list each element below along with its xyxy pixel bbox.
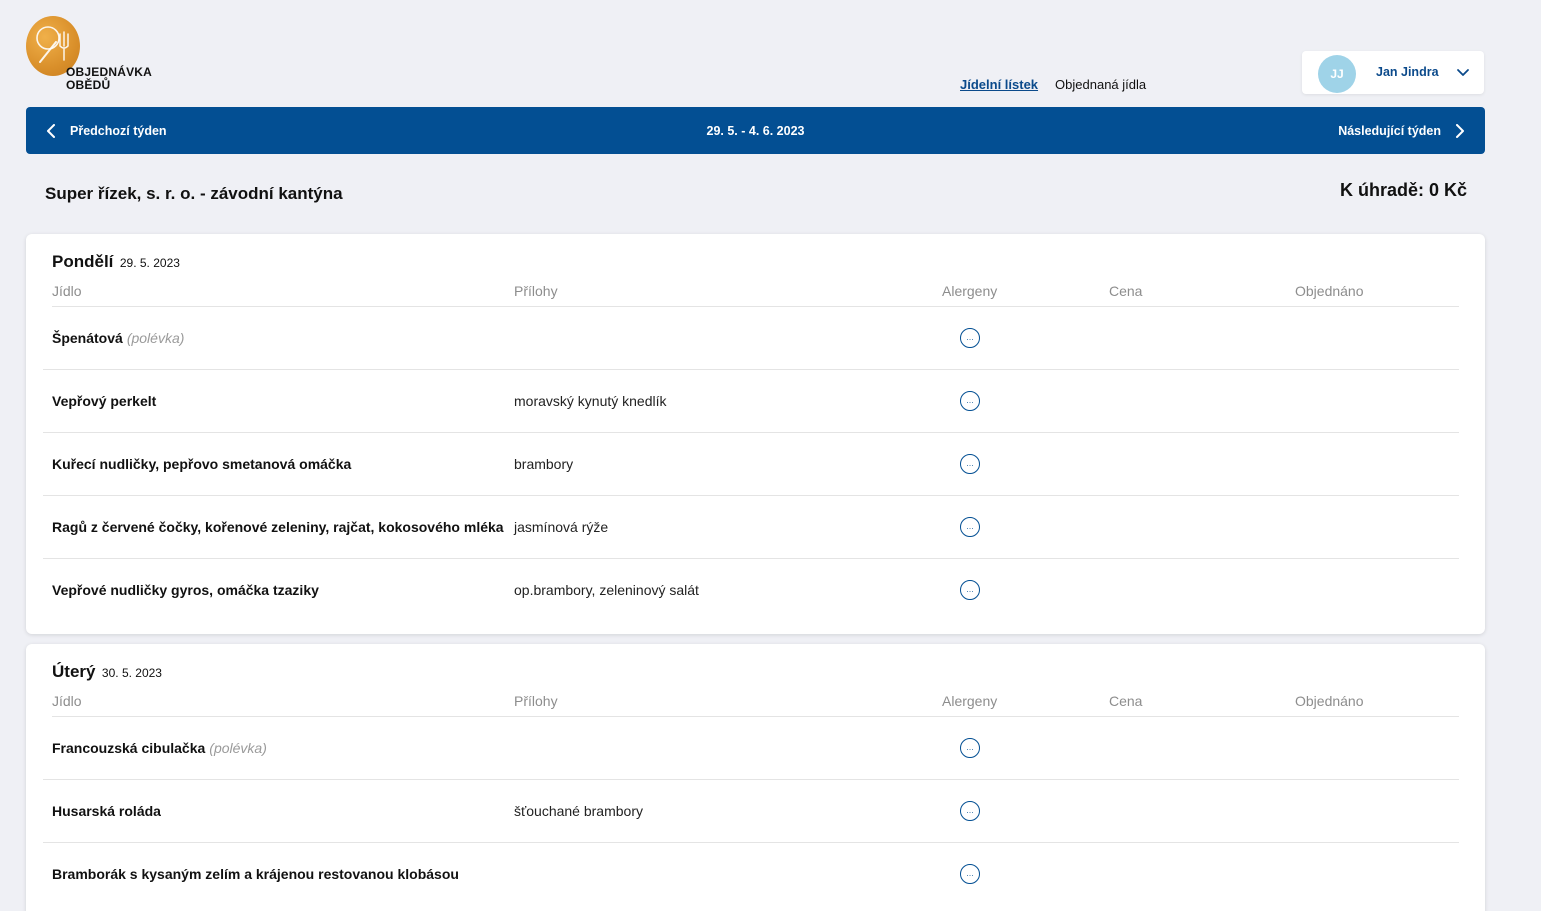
meal-title: Vepřové nudličky gyros, omáčka tzaziky xyxy=(52,582,319,598)
user-menu[interactable]: JJ Jan Jindra xyxy=(1302,51,1484,94)
col-ordered: Objednáno xyxy=(1295,283,1364,299)
day-card-monday: Pondělí 29. 5. 2023 Jídlo Přílohy Alerge… xyxy=(26,234,1485,634)
table-row: Francouzská cibulačka (polévka) … xyxy=(43,717,1459,780)
day-heading: Pondělí 29. 5. 2023 xyxy=(52,252,180,272)
table-row: Husarská roláda šťouchané brambory … xyxy=(43,780,1459,843)
meal-title: Husarská roláda xyxy=(52,803,161,819)
meal-name: Kuřecí nudličky, pepřovo smetanová omáčk… xyxy=(52,433,355,495)
col-sides: Přílohy xyxy=(514,693,558,709)
top-nav: Jídelní lístek Objednaná jídla xyxy=(960,77,1146,92)
meal-name: Francouzská cibulačka (polévka) xyxy=(52,717,267,779)
day-name: Úterý xyxy=(52,662,96,681)
table-header: Jídlo Přílohy Alergeny Cena Objednáno xyxy=(52,277,1459,307)
meal-side: jasmínová rýže xyxy=(514,519,609,535)
meal-title: Francouzská cibulačka xyxy=(52,740,206,756)
app-logo[interactable]: OBJEDNÁVKA OBĚDŮ xyxy=(26,16,166,96)
next-week-label: Následující týden xyxy=(1338,123,1441,138)
prev-week-label: Předchozí týden xyxy=(70,123,167,138)
day-date: 30. 5. 2023 xyxy=(101,666,162,680)
canteen-name: Super řízek, s. r. o. - závodní kantýna xyxy=(45,184,343,203)
allergens-info-icon[interactable]: … xyxy=(960,517,980,537)
week-range: 29. 5. - 4. 6. 2023 xyxy=(706,123,805,138)
table-header: Jídlo Přílohy Alergeny Cena Objednáno xyxy=(52,687,1459,717)
col-ordered: Objednáno xyxy=(1295,693,1364,709)
nav-ordered-link[interactable]: Objednaná jídla xyxy=(1055,77,1146,92)
day-name: Pondělí xyxy=(52,252,114,271)
meal-title: Kuřecí nudličky, pepřovo smetanová omáčk… xyxy=(52,456,352,472)
table-row: Vepřový perkelt moravský kynutý knedlík … xyxy=(43,370,1459,433)
meal-title: Vepřový perkelt xyxy=(52,393,157,409)
col-meal: Jídlo xyxy=(52,283,82,299)
table-row: Špenátová (polévka) … xyxy=(43,307,1459,370)
allergens-info-icon[interactable]: … xyxy=(960,864,980,884)
table-row: Bramborák s kysaným zelím a krájenou res… xyxy=(43,843,1459,906)
table-row: Ragů z červené čočky, kořenové zeleniny,… xyxy=(43,496,1459,559)
meal-side: šťouchané brambory xyxy=(514,803,643,819)
day-card-tuesday: Úterý 30. 5. 2023 Jídlo Přílohy Alergeny… xyxy=(26,644,1485,911)
day-heading: Úterý 30. 5. 2023 xyxy=(52,662,162,682)
table-row: Vepřové nudličky gyros, omáčka tzaziky o… xyxy=(43,559,1459,622)
week-navigator: 29. 5. - 4. 6. 2023 Předchozí týden Násl… xyxy=(26,107,1485,154)
chevron-right-icon xyxy=(1456,123,1464,138)
allergens-info-icon[interactable]: … xyxy=(960,391,980,411)
meal-side: brambory xyxy=(514,456,574,472)
meal-title: Špenátová xyxy=(52,330,123,346)
col-allergens: Alergeny xyxy=(942,283,998,299)
meal-name: Bramborák s kysaným zelím a krájenou res… xyxy=(52,843,463,905)
logo-line-2: OBĚDŮ xyxy=(66,78,111,92)
meal-name: Vepřové nudličky gyros, omáčka tzaziky xyxy=(52,559,323,621)
meal-name: Špenátová (polévka) xyxy=(52,307,184,369)
chevron-left-icon xyxy=(47,123,55,138)
allergens-info-icon[interactable]: … xyxy=(960,580,980,600)
col-sides: Přílohy xyxy=(514,283,558,299)
meal-side: moravský kynutý knedlík xyxy=(514,393,667,409)
allergens-info-icon[interactable]: … xyxy=(960,328,980,348)
allergens-info-icon[interactable]: … xyxy=(960,801,980,821)
user-name: Jan Jindra xyxy=(1376,65,1439,79)
meal-name: Ragů z červené čočky, kořenové zeleniny,… xyxy=(52,496,508,558)
prev-week-button[interactable]: Předchozí týden xyxy=(46,107,167,154)
avatar: JJ xyxy=(1318,55,1356,93)
chevron-down-icon xyxy=(1457,69,1469,76)
meal-name: Husarská roláda xyxy=(52,780,165,842)
amount-to-pay: K úhradě: 0 Kč xyxy=(1339,180,1467,200)
nav-menu-link[interactable]: Jídelní lístek xyxy=(960,77,1038,92)
meal-title: Ragů z červené čočky, kořenové zeleniny,… xyxy=(52,519,504,535)
meal-side: op.brambory, zeleninový salát xyxy=(514,582,699,598)
col-price: Cena xyxy=(1109,693,1143,709)
col-allergens: Alergeny xyxy=(942,693,998,709)
table-row: Kuřecí nudličky, pepřovo smetanová omáčk… xyxy=(43,433,1459,496)
meal-name: Vepřový perkelt xyxy=(52,370,160,432)
day-date: 29. 5. 2023 xyxy=(119,256,180,270)
col-meal: Jídlo xyxy=(52,693,82,709)
meal-tag: (polévka) xyxy=(126,330,185,346)
col-price: Cena xyxy=(1109,283,1143,299)
next-week-button[interactable]: Následující týden xyxy=(1338,107,1465,154)
allergens-info-icon[interactable]: … xyxy=(960,454,980,474)
meal-title: Bramborák s kysaným zelím a krájenou res… xyxy=(52,866,459,882)
meal-tag: (polévka) xyxy=(209,740,267,756)
logo-text: OBJEDNÁVKA OBĚDŮ xyxy=(66,66,152,92)
allergens-info-icon[interactable]: … xyxy=(960,738,980,758)
